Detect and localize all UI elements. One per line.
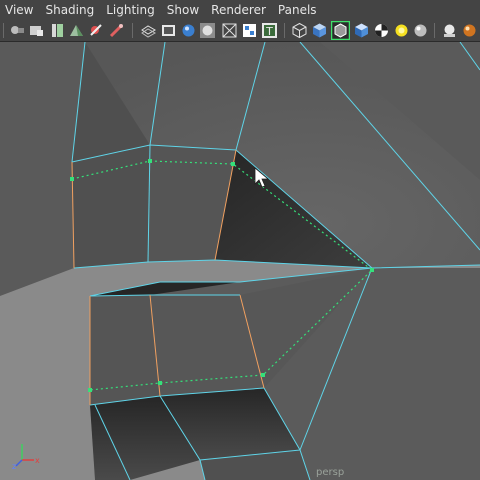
toolbar-separator (434, 23, 435, 38)
xray-icon[interactable] (221, 22, 238, 39)
default-light-icon[interactable] (393, 22, 410, 39)
menu-renderer[interactable]: Renderer (206, 0, 273, 20)
menu-panels[interactable]: Panels (273, 0, 324, 20)
toolbar-separator (284, 23, 285, 38)
component-icon[interactable] (241, 22, 258, 39)
menu-shading[interactable]: Shading (40, 0, 101, 20)
vertex-point[interactable] (261, 373, 265, 377)
flat-shade-icon[interactable] (199, 22, 216, 39)
viewport-toolbar: T (0, 20, 480, 42)
wireframe-icon[interactable] (140, 22, 157, 39)
lights-sphere-icon[interactable] (412, 22, 429, 39)
axis-z-label: z (12, 462, 16, 471)
smooth-shade-icon[interactable] (180, 22, 197, 39)
camera-attributes-icon[interactable] (28, 22, 45, 39)
menu-lighting[interactable]: Lighting (101, 0, 162, 20)
toolbar-separator (3, 23, 4, 38)
render-sphere-icon[interactable] (461, 22, 478, 39)
bookmarks-icon[interactable] (49, 22, 66, 39)
texture-icon[interactable]: T (261, 22, 278, 39)
vertex-point[interactable] (88, 388, 92, 392)
vertex-point[interactable] (370, 268, 374, 272)
wireframe-on-shaded-icon[interactable] (331, 21, 350, 40)
vertex-point[interactable] (231, 162, 235, 166)
menu-show[interactable]: Show (162, 0, 206, 20)
viewport-menubar: View Shading Lighting Show Renderer Pane… (0, 0, 480, 20)
menu-view[interactable]: View (0, 0, 40, 20)
shaded-cube-icon[interactable] (311, 22, 328, 39)
axis-x-label: x (35, 456, 40, 465)
hud-icon[interactable] (441, 22, 458, 39)
select-camera-icon[interactable] (9, 22, 26, 39)
shaded-cube-icon[interactable] (353, 22, 370, 39)
camera-label: persp (316, 467, 345, 478)
vertex-point[interactable] (70, 177, 74, 181)
checker-icon[interactable] (373, 22, 390, 39)
grid-icon[interactable] (88, 22, 105, 39)
3d-viewport[interactable]: x z (0, 42, 480, 480)
image-plane-icon[interactable] (68, 22, 85, 39)
film-gate-icon[interactable] (108, 22, 125, 39)
vertex-point[interactable] (148, 159, 152, 163)
wireframe-cube-icon[interactable] (291, 22, 308, 39)
resolution-gate-icon[interactable] (160, 22, 177, 39)
svg-text:T: T (265, 25, 273, 38)
vertex-point[interactable] (158, 381, 162, 385)
toolbar-separator (132, 23, 133, 38)
